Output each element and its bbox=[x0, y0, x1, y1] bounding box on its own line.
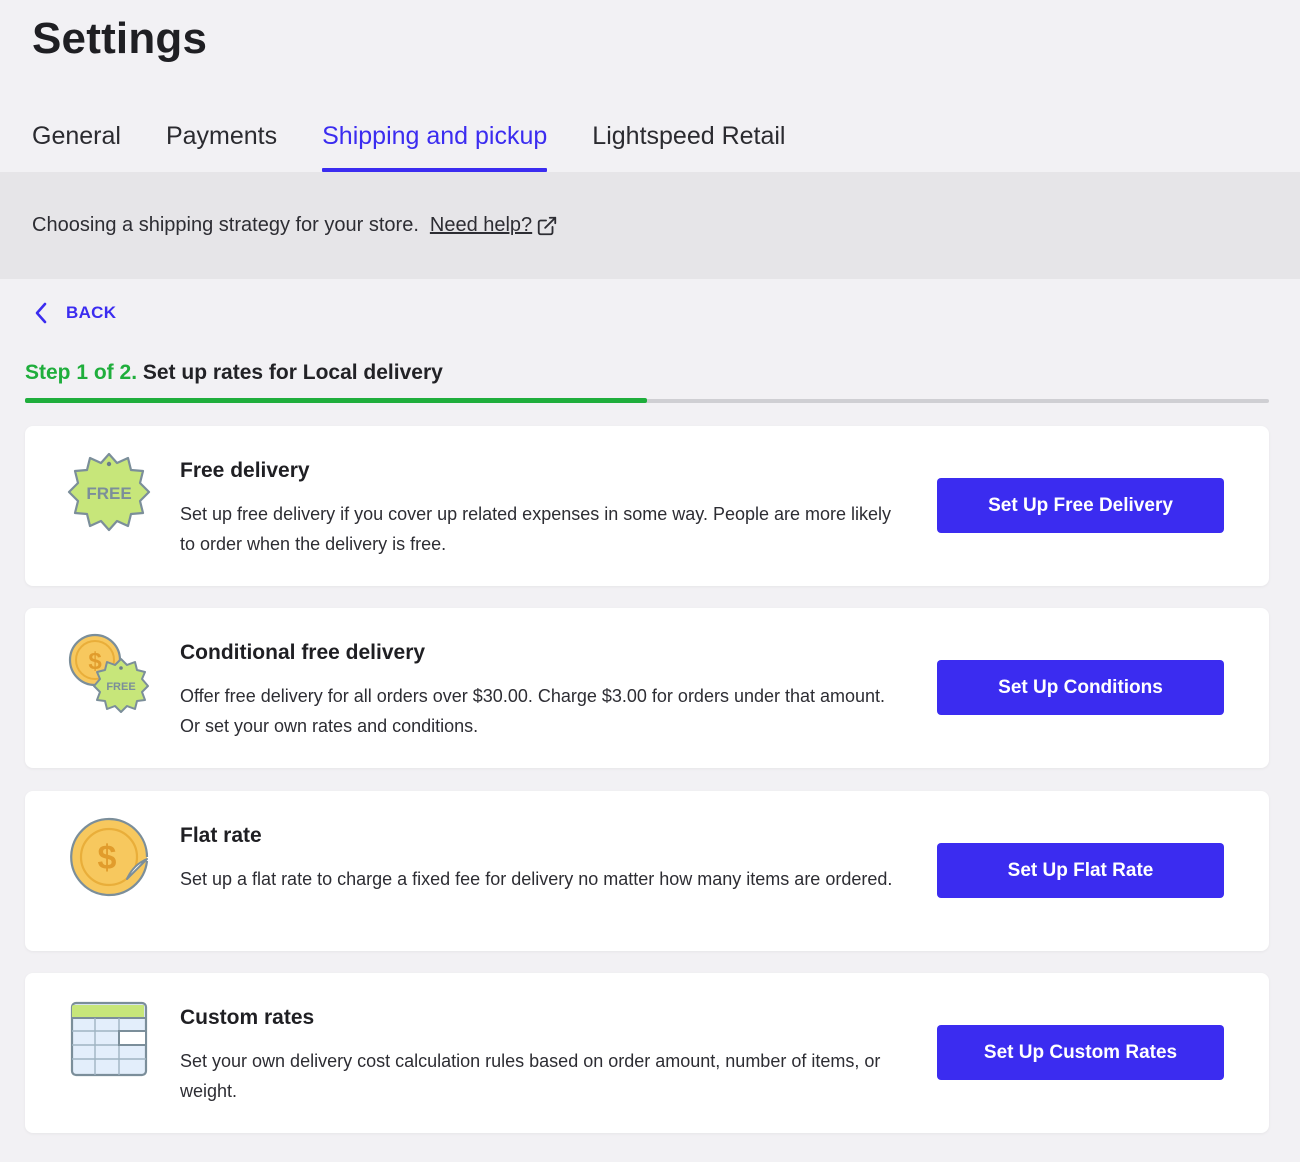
help-banner: Choosing a shipping strategy for your st… bbox=[0, 172, 1300, 279]
step-count: Step 1 of 2. bbox=[25, 361, 138, 384]
option-card-flat-rate: $ Flat rate Set up a flat rate to charge… bbox=[25, 791, 1269, 951]
option-description: Set up a flat rate to charge a fixed fee… bbox=[180, 869, 893, 889]
chevron-left-icon bbox=[35, 302, 47, 324]
need-help-link[interactable]: Need help? bbox=[430, 214, 558, 237]
option-title: Free delivery bbox=[180, 459, 310, 482]
set-up-flat-rate-button[interactable]: Set Up Flat Rate bbox=[937, 843, 1224, 898]
table-grid-icon bbox=[70, 1001, 148, 1077]
option-title: Custom rates bbox=[180, 1006, 315, 1029]
page-title: Settings bbox=[32, 14, 208, 63]
banner-text: Choosing a shipping strategy for your st… bbox=[32, 214, 419, 236]
dollar-coin-icon: $ bbox=[70, 817, 149, 897]
option-description: Offer free delivery for all orders over … bbox=[180, 686, 886, 736]
step-progress-fill bbox=[25, 398, 647, 403]
option-description: Set up free delivery if you cover up rel… bbox=[180, 504, 892, 554]
option-title: Conditional free delivery bbox=[180, 641, 426, 664]
set-up-free-delivery-button[interactable]: Set Up Free Delivery bbox=[937, 478, 1224, 533]
tab-shipping-and-pickup[interactable]: Shipping and pickup bbox=[322, 112, 548, 172]
option-description: Set your own delivery cost calculation r… bbox=[180, 1051, 881, 1101]
settings-tabs: General Payments Shipping and pickup Lig… bbox=[32, 112, 786, 172]
option-card-free-delivery: FREE Free delivery Set up free delivery … bbox=[25, 426, 1269, 586]
option-title: Flat rate bbox=[180, 824, 262, 847]
set-up-custom-rates-button[interactable]: Set Up Custom Rates bbox=[937, 1025, 1224, 1080]
step-title: Set up rates for Local delivery bbox=[142, 361, 443, 384]
tab-payments[interactable]: Payments bbox=[166, 112, 277, 172]
option-card-custom-rates: Custom rates Set your own delivery cost … bbox=[25, 973, 1269, 1133]
external-link-icon bbox=[538, 216, 557, 235]
back-label: BACK bbox=[66, 303, 117, 322]
back-link[interactable]: BACK bbox=[34, 302, 116, 324]
coin-free-badge-text: FREE bbox=[106, 681, 135, 693]
step-heading: Step 1 of 2. Set up rates for Local deli… bbox=[25, 361, 443, 385]
free-badge-icon: FREE bbox=[67, 452, 151, 532]
tab-lightspeed-retail[interactable]: Lightspeed Retail bbox=[592, 112, 785, 172]
set-up-conditions-button[interactable]: Set Up Conditions bbox=[937, 660, 1224, 715]
step-progress-bar bbox=[25, 398, 1269, 403]
option-card-conditional-free-delivery: $ FREE Conditional free delivery Offer f… bbox=[25, 608, 1269, 768]
free-badge-text: FREE bbox=[86, 484, 131, 503]
coin-free-badge-icon: $ FREE bbox=[68, 633, 149, 713]
tab-general[interactable]: General bbox=[32, 112, 121, 172]
need-help-label: Need help? bbox=[429, 214, 533, 236]
svg-text:$: $ bbox=[98, 839, 117, 877]
